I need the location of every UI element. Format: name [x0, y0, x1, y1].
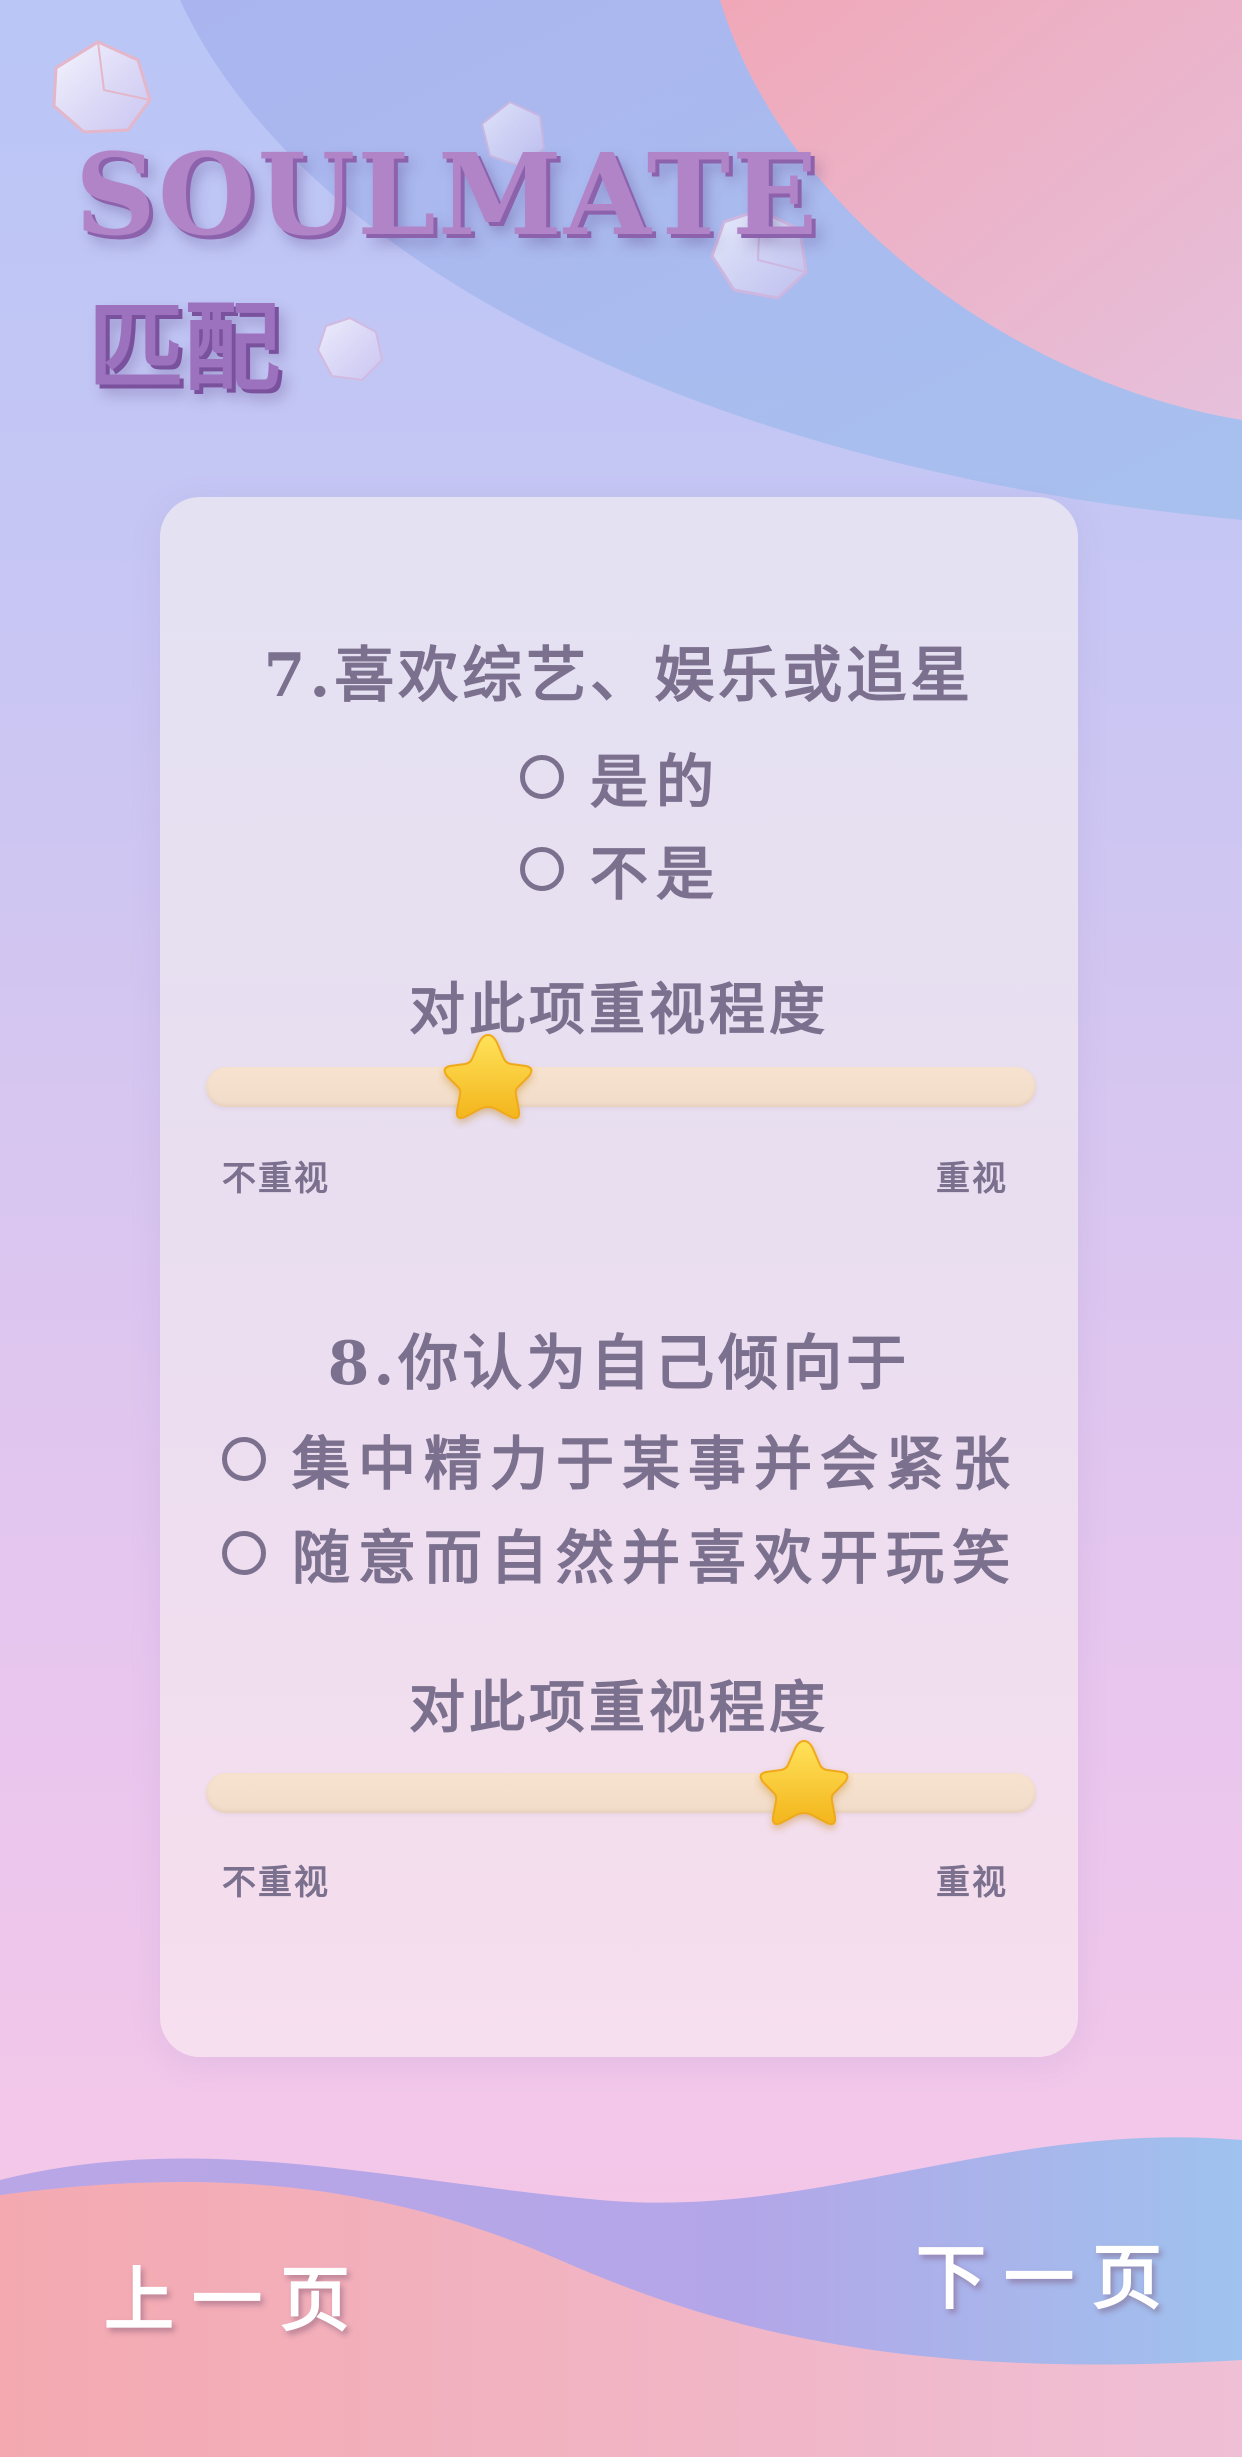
- question-7-max-label: 重视: [936, 1159, 1008, 1199]
- question-7-importance-slider[interactable]: [206, 1033, 1036, 1120]
- radio-circle-icon[interactable]: [222, 1437, 266, 1481]
- next-page-button[interactable]: 下一页: [916, 2222, 1180, 2323]
- star-icon[interactable]: [438, 1029, 538, 1129]
- option-label: 随意而自然并喜欢开玩笑: [292, 1524, 1019, 1592]
- question-8-max-label: 重视: [936, 1863, 1008, 1903]
- radio-circle-icon[interactable]: [520, 847, 564, 891]
- question-8-title: 8.你认为自己倾向于: [327, 1329, 911, 1399]
- option-label: 集中精力于某事并会紧张: [292, 1430, 1019, 1498]
- star-icon[interactable]: [754, 1735, 854, 1835]
- question-7-option-no[interactable]: 不是: [520, 827, 722, 911]
- option-label: 是的: [590, 748, 723, 816]
- app-title: SOULMATE: [75, 130, 820, 261]
- question-7-title: 7.喜欢综艺、娱乐或追星: [263, 641, 975, 711]
- crystal-icon: [52, 40, 152, 134]
- radio-circle-icon[interactable]: [222, 1531, 266, 1575]
- question-8-importance-label: 对此项重视程度: [409, 1675, 829, 1741]
- prev-page-button[interactable]: 上一页: [104, 2244, 368, 2345]
- crystal-icon: [316, 316, 384, 382]
- question-8-option-casual[interactable]: 随意而自然并喜欢开玩笑: [222, 1511, 1018, 1595]
- option-label: 不是: [590, 840, 723, 908]
- app-subtitle: 匹配: [88, 291, 280, 404]
- question-8-importance-slider[interactable]: [206, 1739, 1036, 1826]
- question-8-option-focused[interactable]: 集中精力于某事并会紧张: [222, 1417, 1018, 1501]
- question-8-min-label: 不重视: [222, 1863, 330, 1903]
- question-7-min-label: 不重视: [222, 1159, 330, 1199]
- question-7-importance-label: 对此项重视程度: [409, 977, 829, 1043]
- radio-circle-icon[interactable]: [520, 755, 564, 799]
- question-7-option-yes[interactable]: 是的: [520, 735, 722, 819]
- question-card: 7.喜欢综艺、娱乐或追星 是的 不是 对此项重视程度 不重视 重视 8.你认为自…: [160, 497, 1078, 2057]
